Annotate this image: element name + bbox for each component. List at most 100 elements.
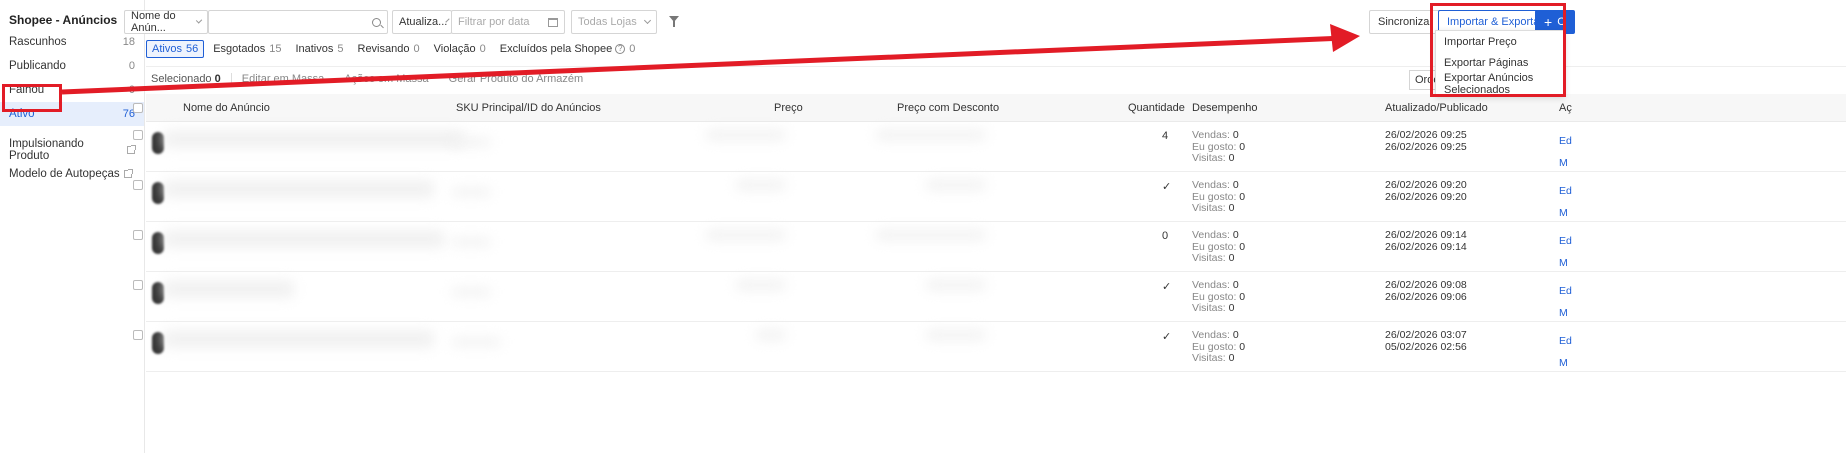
redacted-content — [706, 130, 786, 140]
tab-inativos[interactable]: Inativos 5 — [290, 40, 348, 58]
tab-count: 0 — [413, 43, 420, 55]
tab-label: Esgotados — [213, 43, 266, 55]
warehouse-button[interactable]: Gerar Produto do Armazém — [449, 73, 584, 85]
help-icon[interactable]: ? — [615, 44, 626, 54]
name-filter-select[interactable]: Nome do Anún... — [124, 10, 208, 34]
sidebar-link-autopecas[interactable]: Modelo de Autopeças — [0, 162, 144, 186]
redacted-content — [451, 288, 491, 296]
visits-value: 0 — [1228, 302, 1235, 314]
row-performance: Vendas: 0 Eu gosto: 0 Visitas: 0 — [1192, 279, 1245, 315]
updated-date: 26/02/2026 09:14 — [1385, 229, 1467, 241]
tab-count: 0 — [629, 43, 636, 55]
product-thumbnail — [152, 232, 164, 254]
row-checkbox[interactable] — [133, 230, 143, 240]
bulk-action-bar: Selecionado 0 Editar em Massa Ações em M… — [146, 66, 1846, 90]
tab-revisando[interactable]: Revisando 0 — [353, 40, 425, 58]
table-row[interactable]: ✓ Vendas: 0 Eu gosto: 0 Visitas: 0 26/02… — [133, 172, 1846, 224]
selected-count: Selecionado 0 — [146, 73, 221, 85]
product-thumbnail — [152, 282, 164, 304]
row-quantity: ✓ — [1162, 331, 1172, 343]
selected-number: 0 — [214, 72, 221, 85]
row-dates: 26/02/2026 09:20 26/02/2026 09:20 — [1385, 179, 1467, 203]
col-actions: Aç — [1559, 102, 1572, 114]
sidebar: Shopee - Anúncios Rascunhos 18 Publicand… — [0, 0, 145, 453]
sales-value: 0 — [1232, 329, 1239, 341]
more-link[interactable]: M — [1559, 252, 1572, 274]
search-icon[interactable] — [372, 17, 381, 27]
row-actions: Ed M — [1559, 130, 1572, 174]
published-date: 26/02/2026 09:14 — [1385, 240, 1467, 253]
table-row[interactable]: 4 Vendas: 0 Eu gosto: 0 Visitas: 0 26/02… — [133, 122, 1846, 174]
likes-value: 0 — [1239, 340, 1246, 353]
tab-ativos[interactable]: Ativos 56 — [146, 40, 205, 58]
row-actions: Ed M — [1559, 330, 1572, 374]
more-link[interactable]: M — [1559, 202, 1572, 224]
col-sku: SKU Principal/ID do Anúncios — [456, 102, 601, 114]
likes-label: Eu gosto: — [1192, 190, 1237, 203]
row-performance: Vendas: 0 Eu gosto: 0 Visitas: 0 — [1192, 229, 1245, 265]
sidebar-item-label: Publicando — [9, 60, 66, 72]
tab-label: Inativos — [295, 43, 334, 55]
likes-label: Eu gosto: — [1192, 140, 1237, 153]
tab-label: Violação — [433, 43, 476, 55]
tab-count: 5 — [337, 43, 344, 55]
edit-link[interactable]: Ed — [1559, 130, 1572, 152]
date-filter-input[interactable]: Filtrar por data — [451, 10, 565, 34]
date-filter-placeholder: Filtrar por data — [458, 16, 530, 28]
visits-label: Visitas: — [1192, 302, 1226, 314]
sidebar-item-rascunhos[interactable]: Rascunhos 18 — [0, 30, 144, 54]
search-input[interactable] — [208, 10, 388, 34]
store-select[interactable]: Todas Lojas — [571, 10, 657, 34]
row-dates: 26/02/2026 09:25 26/02/2026 09:25 — [1385, 129, 1467, 153]
filter-icon[interactable] — [669, 16, 679, 27]
row-checkbox[interactable] — [133, 180, 143, 190]
tab-violacao[interactable]: Violação 0 — [429, 40, 491, 58]
sidebar-item-publicando[interactable]: Publicando 0 — [0, 54, 144, 78]
edit-link[interactable]: Ed — [1559, 180, 1572, 202]
tab-label: Revisando — [357, 43, 410, 55]
sales-label: Vendas: — [1192, 279, 1230, 291]
edit-link[interactable]: Ed — [1559, 280, 1572, 302]
sidebar-divider — [0, 126, 144, 138]
more-link[interactable]: M — [1559, 302, 1572, 324]
edit-link[interactable]: Ed — [1559, 330, 1572, 352]
edit-link[interactable]: Ed — [1559, 230, 1572, 252]
chevron-down-icon — [445, 18, 450, 23]
tab-excluidos[interactable]: Excluídos pela Shopee? 0 — [495, 40, 641, 58]
redacted-content — [451, 138, 491, 146]
row-checkbox[interactable] — [133, 130, 143, 140]
edit-bulk-button[interactable]: Editar em Massa — [242, 73, 325, 85]
row-checkbox[interactable] — [133, 280, 143, 290]
table-row[interactable]: 0 Vendas: 0 Eu gosto: 0 Visitas: 0 26/02… — [133, 222, 1846, 274]
redacted-content — [756, 330, 786, 340]
sidebar-item-count: 0 — [128, 84, 135, 96]
sidebar-title: Shopee - Anúncios — [9, 13, 118, 27]
store-placeholder: Todas Lojas — [578, 16, 637, 28]
row-checkbox[interactable] — [133, 330, 143, 340]
table-header: Nome do Anúncio SKU Principal/ID do Anún… — [133, 94, 1846, 122]
table-row[interactable]: ✓ Vendas: 0 Eu gosto: 0 Visitas: 0 26/02… — [133, 272, 1846, 324]
selected-label: Selecionado — [151, 72, 212, 85]
select-all-checkbox[interactable] — [133, 103, 143, 113]
tab-esgotados[interactable]: Esgotados 15 — [208, 40, 286, 58]
bulk-actions-button[interactable]: Ações em Massa — [344, 73, 428, 85]
more-link[interactable]: M — [1559, 352, 1572, 374]
col-updated: Atualizado/Publicado — [1385, 102, 1488, 114]
row-actions: Ed M — [1559, 230, 1572, 274]
visits-label: Visitas: — [1192, 202, 1226, 214]
sidebar-link-label: Modelo de Autopeças — [9, 168, 120, 180]
tab-label: Ativos — [152, 43, 182, 55]
col-price: Preço — [774, 102, 803, 114]
table-row[interactable]: ✓ Vendas: 0 Eu gosto: 0 Visitas: 0 26/02… — [133, 322, 1846, 374]
sidebar-link-impulsionando[interactable]: Impulsionando Produto — [0, 138, 144, 162]
row-quantity: 0 — [1162, 230, 1169, 242]
table-body: 4 Vendas: 0 Eu gosto: 0 Visitas: 0 26/02… — [133, 122, 1846, 374]
updated-date: 26/02/2026 09:20 — [1385, 179, 1467, 191]
sync-button-label: Sincronizar — [1378, 16, 1434, 28]
likes-value: 0 — [1239, 140, 1246, 153]
redacted-content — [164, 180, 434, 198]
more-link[interactable]: M — [1559, 152, 1572, 174]
redacted-content — [451, 238, 491, 246]
filter-bar: Nome do Anún... Atualiza... Filtrar por … — [124, 10, 1846, 34]
date-type-select[interactable]: Atualiza... — [392, 10, 452, 34]
